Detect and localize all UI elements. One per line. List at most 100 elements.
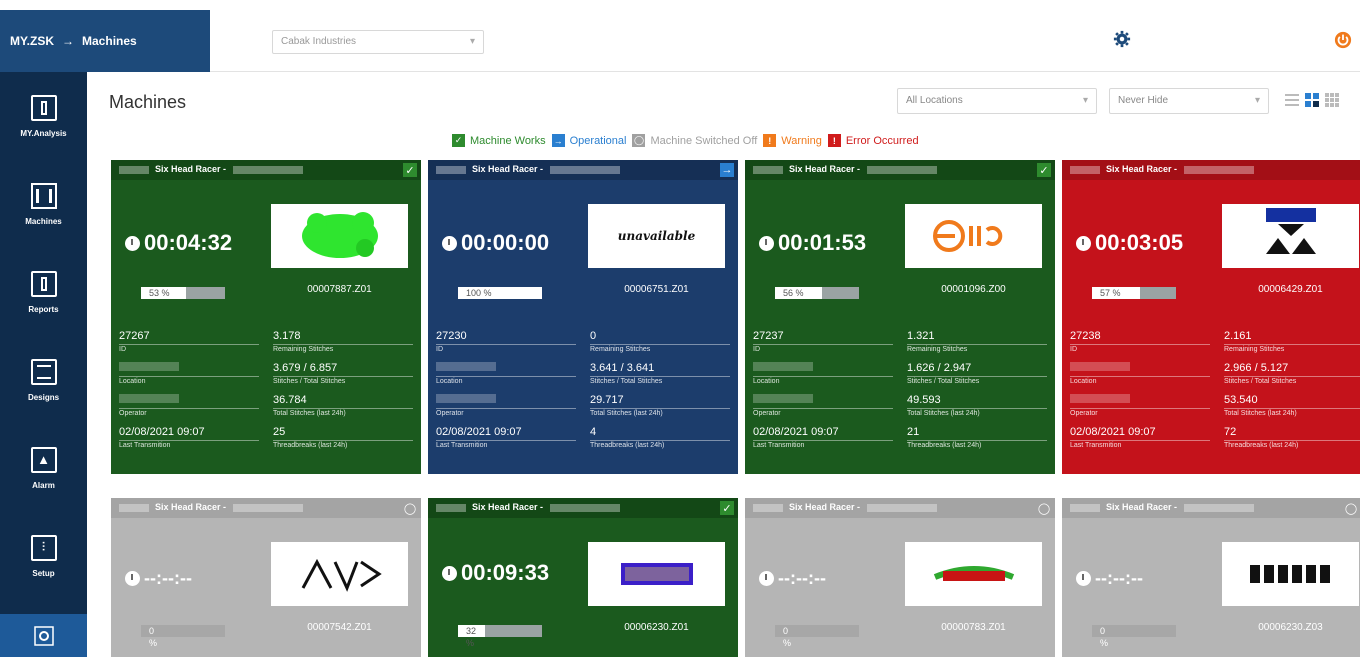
stat-total24: 29.717 (590, 394, 624, 406)
hide-select[interactable]: Never Hide ▾ (1109, 88, 1269, 114)
stat-label: Threadbreaks (last 24h) (1224, 440, 1360, 449)
sidebar-item-machines[interactable]: Machines (0, 160, 87, 248)
machine-card-header: Six Head Racer - ✓ (428, 498, 738, 518)
runtime-clock: 00:00:00 (442, 230, 549, 256)
legend-label: Warning (781, 134, 822, 147)
design-thumbnail[interactable] (1222, 204, 1359, 268)
sidebar-item-analysis[interactable]: MY.Analysis (0, 72, 87, 160)
design-thumbnail[interactable] (271, 542, 408, 606)
stat-label: ID (753, 344, 893, 353)
machine-card[interactable]: Six Head Racer - ◯ --:--:-- 0 % 00000783… (745, 498, 1055, 657)
machine-name: Six Head Racer - (1106, 502, 1180, 512)
machines-icon (30, 182, 57, 209)
legend-item-operational: → Operational (551, 134, 627, 147)
stat-label: Location (119, 376, 259, 385)
machine-card[interactable]: Six Head Racer - ◯ --:--:-- 0 % 00006230… (1062, 498, 1360, 657)
progress-fill: 57 % (1092, 287, 1140, 299)
stat-label: Total Stitches (last 24h) (907, 408, 1047, 417)
sidebar-item-designs[interactable]: Designs (0, 336, 87, 424)
machine-card[interactable]: Six Head Racer - ✓ 00:04:32 53 % 0000788… (111, 160, 421, 322)
machine-card-header: Six Head Racer - ◯ (1062, 498, 1360, 518)
stat-id: 27230 (436, 330, 467, 342)
stat-label: Location (753, 376, 893, 385)
stat-label: Remaining Stitches (273, 344, 413, 353)
legend-label: Machine Works (470, 134, 546, 147)
machine-stats: 27267 ID 3.178 Remaining Stitches Location 3… (111, 322, 421, 474)
legend-label: Operational (569, 134, 627, 147)
stat-label: Total Stitches (last 24h) (1224, 408, 1360, 417)
design-filename: 00000783.Z01 (941, 622, 1006, 633)
stat-label: Last Transmition (436, 440, 576, 449)
customer-filter-select[interactable]: Cabak Industries ▾ (272, 30, 484, 54)
setup-icon: ⫶ (30, 534, 57, 561)
tile-view-icon[interactable] (1305, 93, 1319, 107)
machine-name: Six Head Racer - (155, 164, 229, 174)
sidebar-item-alarm[interactable]: ▲ Alarm (0, 424, 87, 512)
grid-view-icon[interactable] (1325, 93, 1339, 107)
stat-total24: 36.784 (273, 394, 307, 406)
check-icon: ✓ (720, 501, 734, 515)
list-view-icon[interactable] (1285, 93, 1299, 107)
stat-last: 02/08/2021 09:07 (753, 426, 839, 438)
runtime-value: 00:04:32 (144, 230, 233, 255)
check-icon: ✓ (403, 163, 417, 177)
sidebar-settings-button[interactable] (0, 614, 87, 657)
design-preview (301, 212, 378, 258)
warning-icon: ! (763, 134, 777, 147)
machine-card[interactable]: Six Head Racer - ◯ --:--:-- 0 % 00007542… (111, 498, 421, 657)
legend-item-switched-off: ◯ Machine Switched Off (632, 134, 757, 147)
stat-label: Last Transmition (119, 440, 259, 449)
error-icon: ! (1354, 163, 1360, 177)
design-thumbnail[interactable] (588, 542, 725, 606)
machine-card[interactable]: Six Head Racer - ! 00:03:05 57 % 0000642… (1062, 160, 1360, 322)
machine-card[interactable]: Six Head Racer - ✓ 00:09:33 32 % 0000623… (428, 498, 738, 657)
power-icon: ◯ (1037, 502, 1051, 515)
location-select[interactable]: All Locations ▾ (897, 88, 1097, 114)
stat-id: 27267 (119, 330, 150, 342)
sidebar-item-label: MY.Analysis (20, 128, 67, 138)
settings-gear-icon[interactable] (1113, 30, 1131, 48)
brand-breadcrumb[interactable]: MY.ZSK → Machines (0, 10, 210, 72)
stat-total24: 49.593 (907, 394, 941, 406)
design-filename: 00006230.Z03 (1258, 622, 1323, 633)
design-thumbnail[interactable] (905, 204, 1042, 268)
stat-label: Operator (119, 408, 259, 417)
stat-id: 27238 (1070, 330, 1101, 342)
stat-stitches: 2.966 / 5.127 (1224, 362, 1289, 374)
power-icon: ◯ (403, 502, 417, 515)
design-thumbnail[interactable] (905, 542, 1042, 606)
progress-fill: 56 % (775, 287, 823, 299)
stat-thread: 21 (907, 426, 920, 438)
stat-stitches: 3.679 / 6.857 (273, 362, 338, 374)
design-preview (1249, 565, 1330, 583)
machine-card[interactable]: Six Head Racer - ✓ 00:01:53 56 % 0000109… (745, 160, 1055, 322)
progress-bar: 53 % (141, 287, 225, 299)
sidebar-item-reports[interactable]: Reports (0, 248, 87, 336)
machine-stats: 27237 ID 1.321 Remaining Stitches Location 1… (745, 322, 1055, 474)
progress-bar: 100 % (458, 287, 542, 299)
machine-card[interactable]: Six Head Racer - → 00:00:00 100 % unavai… (428, 160, 738, 322)
stat-label: Total Stitches (last 24h) (273, 408, 413, 417)
sidebar-item-setup[interactable]: ⫶ Setup (0, 512, 87, 600)
design-thumbnail[interactable]: unavailable (588, 204, 725, 268)
clock-icon (442, 565, 457, 581)
progress-bar: 0 % (1092, 625, 1176, 648)
stat-label: Location (1070, 376, 1210, 385)
error-icon: ! (827, 134, 841, 147)
sidebar-item-label: Reports (28, 304, 59, 314)
design-thumbnail[interactable] (271, 204, 408, 268)
design-filename: 00007542.Z01 (307, 622, 372, 633)
runtime-clock: 00:03:05 (1076, 230, 1183, 256)
stat-label: ID (119, 344, 259, 353)
progress-bar: 32 % (458, 625, 542, 648)
stat-remaining: 2.161 (1224, 330, 1252, 342)
progress-bar: 57 % (1092, 287, 1176, 299)
stat-label: Stitches / Total Stitches (907, 376, 1047, 385)
machine-card-header: Six Head Racer - ✓ (745, 160, 1055, 180)
machine-card-header: Six Head Racer - ! (1062, 160, 1360, 180)
runtime-value: 00:03:05 (1095, 230, 1184, 255)
design-thumbnail[interactable] (1222, 542, 1359, 606)
chevron-down-icon: ▾ (469, 36, 475, 47)
sidebar-item-label: Setup (32, 568, 55, 578)
power-logout-icon[interactable] (1334, 31, 1352, 49)
